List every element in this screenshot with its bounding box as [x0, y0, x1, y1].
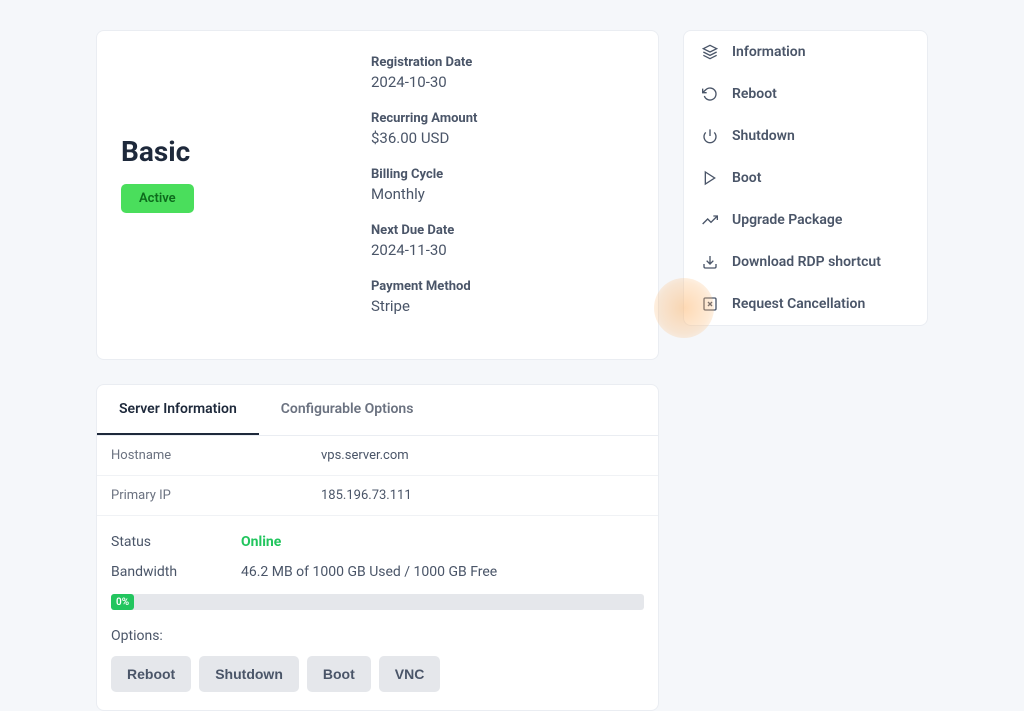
tab-configurable-options[interactable]: Configurable Options [259, 385, 436, 435]
sidebar-item-boot[interactable]: Boot [684, 157, 927, 199]
sidebar: Information Reboot Shutdown Boot Upgrade… [683, 30, 928, 326]
hostname-label: Hostname [111, 448, 321, 463]
sidebar-item-label: Upgrade Package [732, 212, 842, 228]
billing-cycle-value: Monthly [371, 185, 634, 203]
payment-method-label: Payment Method [371, 279, 634, 294]
download-icon [702, 254, 718, 270]
sidebar-item-label: Shutdown [732, 128, 795, 144]
info-cube-icon [702, 44, 718, 60]
payment-method-value: Stripe [371, 297, 634, 315]
table-row: Hostname vps.server.com [97, 436, 658, 476]
status-label: Status [111, 534, 241, 550]
table-row: Primary IP 185.196.73.111 [97, 476, 658, 516]
hostname-value: vps.server.com [321, 448, 409, 463]
registration-date-label: Registration Date [371, 55, 634, 70]
bandwidth-progress: 0% [111, 594, 644, 610]
primary-ip-label: Primary IP [111, 488, 321, 503]
bandwidth-label: Bandwidth [111, 564, 241, 580]
sidebar-item-shutdown[interactable]: Shutdown [684, 115, 927, 157]
cancel-icon [702, 296, 718, 312]
next-due-date-value: 2024-11-30 [371, 241, 634, 259]
reboot-icon [702, 86, 718, 102]
server-info-card: Server Information Configurable Options … [96, 384, 659, 711]
status-value: Online [241, 534, 281, 550]
sidebar-item-upgrade[interactable]: Upgrade Package [684, 199, 927, 241]
bandwidth-percent: 0% [111, 594, 134, 610]
billing-cycle-label: Billing Cycle [371, 167, 634, 182]
next-due-date-label: Next Due Date [371, 223, 634, 238]
sidebar-item-request-cancellation[interactable]: Request Cancellation [684, 283, 927, 325]
plan-name: Basic [121, 135, 371, 168]
boot-button[interactable]: Boot [307, 656, 371, 692]
sidebar-item-information[interactable]: Information [684, 31, 927, 73]
sidebar-item-label: Download RDP shortcut [732, 254, 881, 270]
sidebar-item-download-rdp[interactable]: Download RDP shortcut [684, 241, 927, 283]
sidebar-item-label: Information [732, 44, 806, 60]
vnc-button[interactable]: VNC [379, 656, 441, 692]
plan-card: Basic Active Registration Date 2024-10-3… [96, 30, 659, 360]
recurring-amount-value: $36.00 USD [371, 129, 634, 147]
sidebar-item-label: Request Cancellation [732, 296, 865, 312]
status-badge: Active [121, 184, 194, 213]
boot-icon [702, 170, 718, 186]
shutdown-icon [702, 128, 718, 144]
upgrade-icon [702, 212, 718, 228]
primary-ip-value: 185.196.73.111 [321, 488, 412, 503]
reboot-button[interactable]: Reboot [111, 656, 191, 692]
sidebar-item-label: Reboot [732, 86, 777, 102]
sidebar-item-reboot[interactable]: Reboot [684, 73, 927, 115]
tab-server-information[interactable]: Server Information [97, 385, 259, 435]
shutdown-button[interactable]: Shutdown [199, 656, 299, 692]
options-label: Options: [111, 628, 644, 644]
registration-date-value: 2024-10-30 [371, 73, 634, 91]
recurring-amount-label: Recurring Amount [371, 111, 634, 126]
sidebar-item-label: Boot [732, 170, 761, 186]
bandwidth-value: 46.2 MB of 1000 GB Used / 1000 GB Free [241, 564, 497, 580]
